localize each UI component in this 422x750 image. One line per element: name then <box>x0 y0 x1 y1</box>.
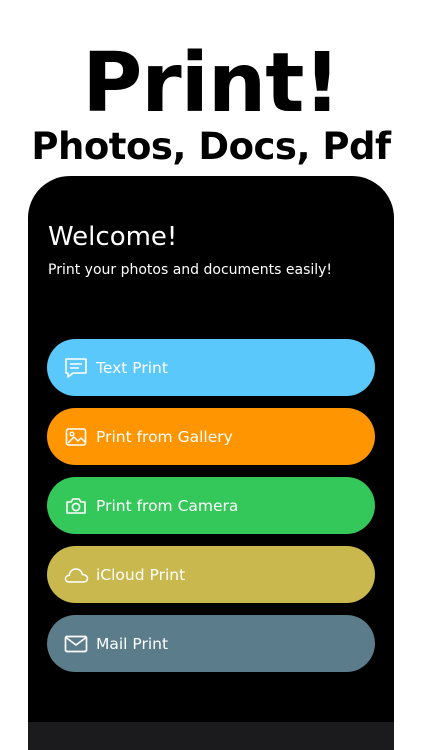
promo-subheadline: Photos, Docs, Pdf <box>31 125 391 168</box>
mail-print-button[interactable]: Mail Print <box>47 615 375 672</box>
chat-bubble-icon <box>63 356 89 380</box>
print-from-camera-label: Print from Camera <box>96 496 239 515</box>
print-from-camera-button[interactable]: Print from Camera <box>47 477 375 534</box>
app-store-screenshot: Print! Photos, Docs, Pdf Welcome! Print … <box>0 0 422 750</box>
cloud-icon <box>63 563 89 587</box>
welcome-subtitle: Print your photos and documents easily! <box>48 262 333 278</box>
tab-bar <box>28 722 394 750</box>
icloud-print-button[interactable]: iCloud Print <box>47 546 375 603</box>
welcome-title: Welcome! <box>48 222 178 252</box>
mail-print-label: Mail Print <box>96 634 169 653</box>
home-tab-icon[interactable] <box>113 744 123 750</box>
envelope-icon <box>63 632 89 656</box>
settings-tab-icon[interactable] <box>296 744 306 750</box>
camera-icon <box>63 494 89 518</box>
print-from-gallery-button[interactable]: Print from Gallery <box>47 408 375 465</box>
print-from-gallery-label: Print from Gallery <box>96 427 233 446</box>
promo-headline: Print! <box>82 36 341 131</box>
phone-screen: Welcome! Print your photos and documents… <box>28 176 394 750</box>
text-print-button[interactable]: Text Print <box>47 339 375 396</box>
photo-icon <box>63 425 89 449</box>
text-print-label: Text Print <box>96 358 168 377</box>
icloud-print-label: iCloud Print <box>96 565 186 584</box>
